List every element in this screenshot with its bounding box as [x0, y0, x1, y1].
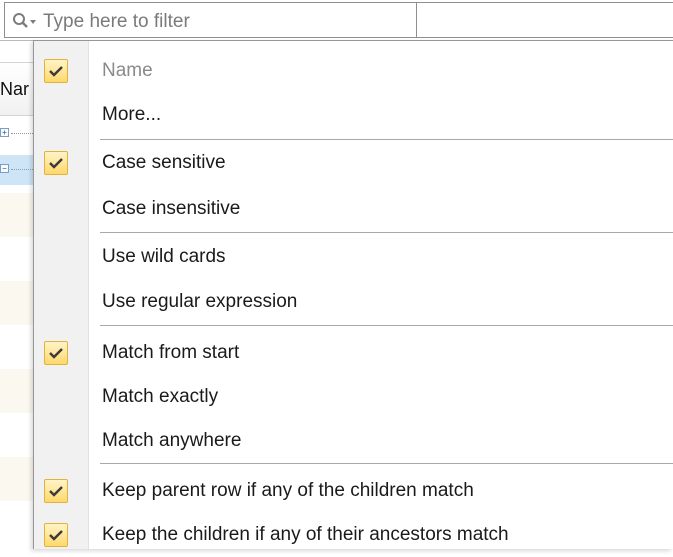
tree-connector	[11, 133, 35, 134]
tree-column-header-label: Nar	[0, 79, 30, 99]
menu-item-label: More...	[102, 104, 162, 125]
checkmark-icon	[44, 523, 68, 547]
menu-separator	[100, 232, 673, 233]
filter-bar: Type here to filter	[0, 0, 673, 41]
filter-options-menu: Name More... Case sensitive Case insensi…	[33, 40, 673, 549]
menu-item-keep-children[interactable]: Keep the children if any of their ancest…	[34, 513, 673, 557]
menu-separator	[100, 325, 673, 326]
magnifier-dropdown-icon[interactable]	[12, 12, 38, 32]
checkmark-icon	[44, 479, 68, 503]
checkmark-icon	[44, 151, 68, 175]
menu-item-match-anywhere[interactable]: Match anywhere	[34, 419, 673, 463]
menu-item-label: Use wild cards	[102, 246, 226, 267]
menu-item-keep-parent-row[interactable]: Keep parent row if any of the children m…	[34, 469, 673, 513]
menu-item-label: Name	[102, 60, 153, 81]
menu-item-label: Match anywhere	[102, 430, 242, 451]
filter-input[interactable]: Type here to filter	[4, 2, 416, 38]
filter-placeholder: Type here to filter	[43, 11, 190, 32]
menu-item-match-from-start[interactable]: Match from start	[34, 331, 673, 375]
menu-item-label: Case insensitive	[102, 198, 241, 219]
menu-item-use-regular-expression[interactable]: Use regular expression	[34, 280, 673, 324]
menu-item-label: Keep the children if any of their ancest…	[102, 524, 509, 545]
collapse-icon[interactable]: −	[0, 164, 9, 173]
menu-item-case-insensitive[interactable]: Case insensitive	[34, 187, 673, 231]
menu-separator	[100, 463, 673, 464]
menu-separator	[100, 139, 673, 140]
menu-item-use-wild-cards[interactable]: Use wild cards	[34, 235, 673, 279]
menu-item-label: Use regular expression	[102, 291, 298, 312]
menu-item-name: Name	[34, 49, 673, 93]
filter-bar-right	[416, 2, 673, 38]
checkmark-icon	[44, 341, 68, 365]
menu-item-more[interactable]: More...	[34, 93, 673, 137]
expand-icon[interactable]: +	[0, 128, 9, 137]
menu-item-label: Match exactly	[102, 386, 219, 407]
checkmark-icon	[44, 59, 68, 83]
menu-item-label: Match from start	[102, 342, 240, 363]
menu-item-label: Keep parent row if any of the children m…	[102, 480, 474, 501]
menu-item-match-exactly[interactable]: Match exactly	[34, 375, 673, 419]
menu-item-label: Case sensitive	[102, 152, 226, 173]
tree-connector	[11, 169, 35, 170]
menu-item-case-sensitive[interactable]: Case sensitive	[34, 141, 673, 185]
